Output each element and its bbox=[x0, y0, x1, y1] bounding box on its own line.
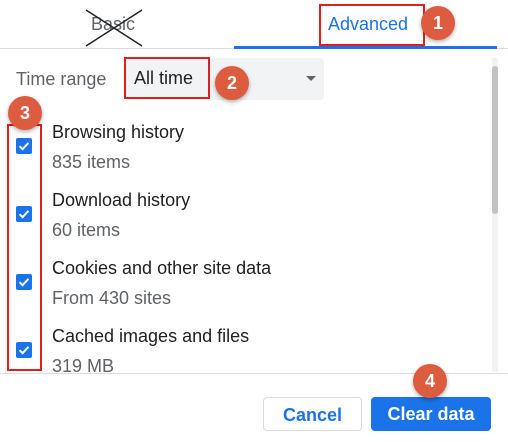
item-detail: 319 MB bbox=[52, 356, 115, 373]
item-title: Download history bbox=[52, 190, 191, 210]
tab-advanced-indicator bbox=[234, 46, 497, 49]
item-detail: 835 items bbox=[52, 152, 131, 172]
list-item-download-history[interactable]: Download history 60 items bbox=[0, 186, 490, 254]
clear-browsing-data-dialog: Basic Advanced Time range All time Brows… bbox=[0, 0, 508, 442]
item-title: Browsing history bbox=[52, 122, 185, 142]
scrollbar-thumb[interactable] bbox=[492, 66, 498, 214]
item-title: Cached images and files bbox=[52, 326, 250, 346]
cancel-button[interactable]: Cancel bbox=[263, 397, 362, 431]
cross-out-mark bbox=[85, 9, 143, 47]
annotation-marker-1: 1 bbox=[421, 6, 455, 40]
item-detail: 60 items bbox=[52, 220, 121, 240]
annotation-marker-2: 2 bbox=[215, 66, 249, 100]
annotation-box-advanced-tab bbox=[319, 4, 425, 46]
annotation-box-checkboxes bbox=[7, 124, 42, 371]
list-item-cached-images[interactable]: Cached images and files 319 MB bbox=[0, 322, 490, 373]
list-item-browsing-history[interactable]: Browsing history 835 items bbox=[0, 118, 490, 186]
data-type-list: Browsing history 835 items Download hist… bbox=[0, 118, 490, 373]
time-range-label: Time range bbox=[16, 69, 107, 89]
dropdown-arrow-icon bbox=[306, 76, 316, 81]
annotation-marker-3: 3 bbox=[8, 96, 42, 130]
list-item-cookies[interactable]: Cookies and other site data From 430 sit… bbox=[0, 254, 490, 322]
annotation-marker-4: 4 bbox=[413, 364, 447, 398]
item-detail: From 430 sites bbox=[52, 288, 172, 308]
item-title: Cookies and other site data bbox=[52, 258, 272, 278]
annotation-box-time-range bbox=[124, 57, 210, 99]
clear-data-button[interactable]: Clear data bbox=[371, 397, 491, 431]
